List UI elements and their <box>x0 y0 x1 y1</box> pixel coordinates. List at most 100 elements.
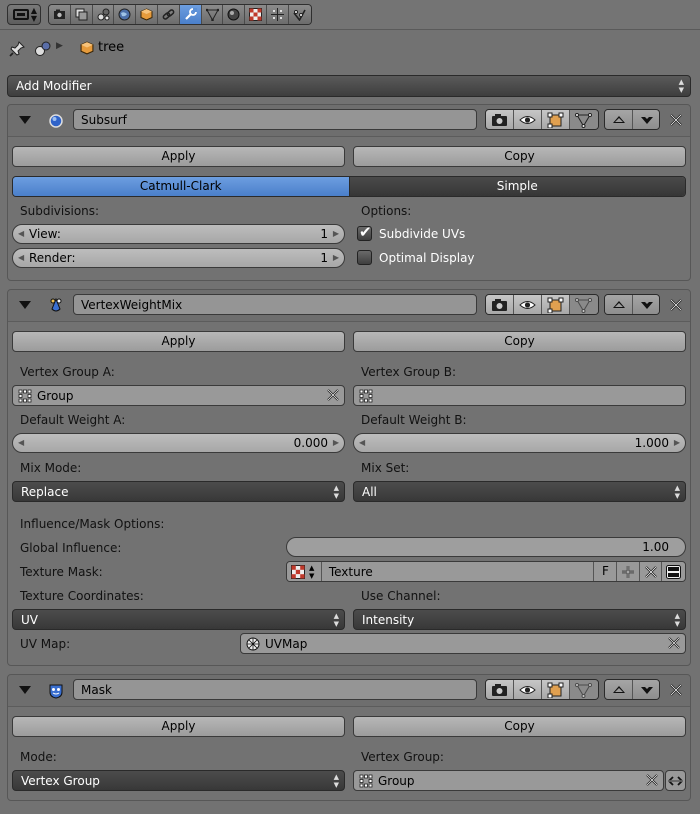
uv-map-field[interactable]: UVMap <box>240 633 686 654</box>
view-levels-field[interactable]: ◀ View: 1 ▶ <box>12 224 345 244</box>
mask-mode-dropdown[interactable]: Vertex Group ▲ ▼ <box>12 770 345 791</box>
tab-modifiers[interactable] <box>179 5 202 24</box>
move-up-button[interactable] <box>605 295 632 314</box>
cage-toggle[interactable] <box>570 110 598 129</box>
use-channel-dropdown[interactable]: Intensity ▲ ▼ <box>353 609 686 630</box>
clear-x-icon[interactable] <box>326 388 340 402</box>
render-toggle[interactable] <box>486 110 514 129</box>
tab-object-data[interactable] <box>201 5 224 24</box>
render-toggle[interactable] <box>486 295 514 314</box>
default-weight-b-field[interactable]: ◀ 1.000 ▶ <box>353 433 686 453</box>
mix-set-dropdown[interactable]: All ▲ ▼ <box>353 481 686 502</box>
copy-button[interactable]: Copy <box>353 146 686 167</box>
texture-mask-selector: ▲ ▼ Texture F <box>286 561 686 582</box>
increment-arrow-icon[interactable]: ▶ <box>333 229 339 238</box>
decrement-arrow-icon[interactable]: ◀ <box>359 438 365 447</box>
mix-set-value: All <box>362 485 377 499</box>
tab-physics[interactable] <box>288 5 311 24</box>
render-toggle[interactable] <box>486 680 514 699</box>
unlink-texture-button[interactable] <box>640 562 663 581</box>
add-modifier-label: Add Modifier <box>16 79 92 93</box>
copy-button[interactable]: Copy <box>353 331 686 352</box>
move-up-button[interactable] <box>605 110 632 129</box>
arrow-down-icon <box>641 300 653 309</box>
global-influence-slider[interactable]: 1.00 <box>286 537 686 557</box>
vertex-group-b-field[interactable] <box>353 385 686 406</box>
remove-modifier-icon[interactable] <box>668 682 684 698</box>
tab-particles[interactable] <box>266 5 289 24</box>
tab-object[interactable] <box>136 5 158 24</box>
clear-x-icon[interactable] <box>667 636 681 650</box>
tab-world[interactable] <box>114 5 137 24</box>
tab-texture[interactable] <box>245 5 267 24</box>
decrement-arrow-icon[interactable]: ◀ <box>18 438 24 447</box>
tab-render-layers[interactable] <box>70 5 93 24</box>
increment-arrow-icon[interactable]: ▶ <box>333 438 339 447</box>
clear-x-icon[interactable] <box>645 773 659 787</box>
decrement-arrow-icon[interactable]: ◀ <box>18 253 24 262</box>
apply-button[interactable]: Apply <box>12 716 345 737</box>
new-texture-button[interactable] <box>617 562 641 581</box>
modifier-name-field[interactable]: Subsurf <box>73 109 477 130</box>
increment-arrow-icon[interactable]: ▶ <box>674 438 680 447</box>
add-modifier-dropdown[interactable]: Add Modifier ▲ ▼ <box>7 75 691 97</box>
apply-button[interactable]: Apply <box>12 146 345 167</box>
texture-browse-button[interactable]: ▲ ▼ <box>287 562 322 581</box>
world-icon <box>118 8 131 21</box>
vertex-group-a-field[interactable]: Group <box>12 385 345 406</box>
editor-type-selector[interactable]: ▲ ▼ <box>7 4 41 25</box>
cage-toggle[interactable] <box>570 680 598 699</box>
render-levels-field[interactable]: ◀ Render: 1 ▶ <box>12 248 345 268</box>
default-weight-a-field[interactable]: ◀ 0.000 ▶ <box>12 433 345 453</box>
move-down-button[interactable] <box>632 110 659 129</box>
copy-button[interactable]: Copy <box>353 716 686 737</box>
modifier-name-field[interactable]: Mask <box>73 679 477 700</box>
subdivide-uvs-checkbox[interactable]: ✔ <box>357 223 372 241</box>
fake-user-button[interactable]: F <box>594 562 618 581</box>
remove-modifier-icon[interactable] <box>668 112 684 128</box>
viewport-toggle[interactable] <box>514 295 542 314</box>
editmode-toggle[interactable] <box>542 680 570 699</box>
invert-vertex-group-button[interactable] <box>665 770 686 791</box>
tab-render[interactable] <box>49 5 71 24</box>
collapse-triangle-icon[interactable] <box>19 116 31 124</box>
pin-icon[interactable] <box>8 40 26 58</box>
increment-arrow-icon[interactable]: ▶ <box>333 253 339 262</box>
move-down-button[interactable] <box>632 680 659 699</box>
context-tabs <box>48 4 312 25</box>
up-down-arrows-icon: ▲ ▼ <box>674 484 680 500</box>
influence-mask-header: Influence/Mask Options: <box>20 517 165 531</box>
camera-icon <box>492 114 507 126</box>
collapse-triangle-icon[interactable] <box>19 686 31 694</box>
move-up-button[interactable] <box>605 680 632 699</box>
editmode-toggle[interactable] <box>542 110 570 129</box>
texture-name-field[interactable]: Texture <box>321 562 595 581</box>
remove-modifier-icon[interactable] <box>668 297 684 313</box>
cage-toggle[interactable] <box>570 295 598 314</box>
tab-constraints[interactable] <box>157 5 180 24</box>
editmode-toggle[interactable] <box>542 295 570 314</box>
subdivisions-label: Subdivisions: <box>20 204 100 218</box>
viewport-toggle[interactable] <box>514 110 542 129</box>
breadcrumb-object-name[interactable]: tree <box>98 40 124 55</box>
vertex-group-b-label: Vertex Group B: <box>361 365 457 379</box>
decrement-arrow-icon[interactable]: ◀ <box>18 229 24 238</box>
render-value: 1 <box>320 251 328 265</box>
mask-vertex-group-field[interactable]: Group <box>353 770 664 791</box>
tab-material[interactable] <box>223 5 246 24</box>
mix-mode-dropdown[interactable]: Replace ▲ ▼ <box>12 481 345 502</box>
vertexweightmix-modifier-panel: VertexWeightMix Apply Copy Vertex Group … <box>7 289 691 666</box>
collapse-triangle-icon[interactable] <box>19 301 31 309</box>
modifier-name-field[interactable]: VertexWeightMix <box>73 294 477 315</box>
viewport-toggle[interactable] <box>514 680 542 699</box>
tab-scene[interactable] <box>92 5 115 24</box>
algorithm-simple[interactable]: Simple <box>349 177 685 196</box>
properties-header: ▲ ▼ <box>0 0 700 30</box>
move-down-button[interactable] <box>632 295 659 314</box>
apply-button[interactable]: Apply <box>12 331 345 352</box>
optimal-display-checkbox[interactable] <box>357 250 372 265</box>
texture-coordinates-dropdown[interactable]: UV ▲ ▼ <box>12 609 345 630</box>
texture-settings-button[interactable] <box>662 562 685 581</box>
algorithm-catmull-clark[interactable]: Catmull-Clark <box>13 177 350 196</box>
texture-coordinates-label: Texture Coordinates: <box>20 589 144 603</box>
